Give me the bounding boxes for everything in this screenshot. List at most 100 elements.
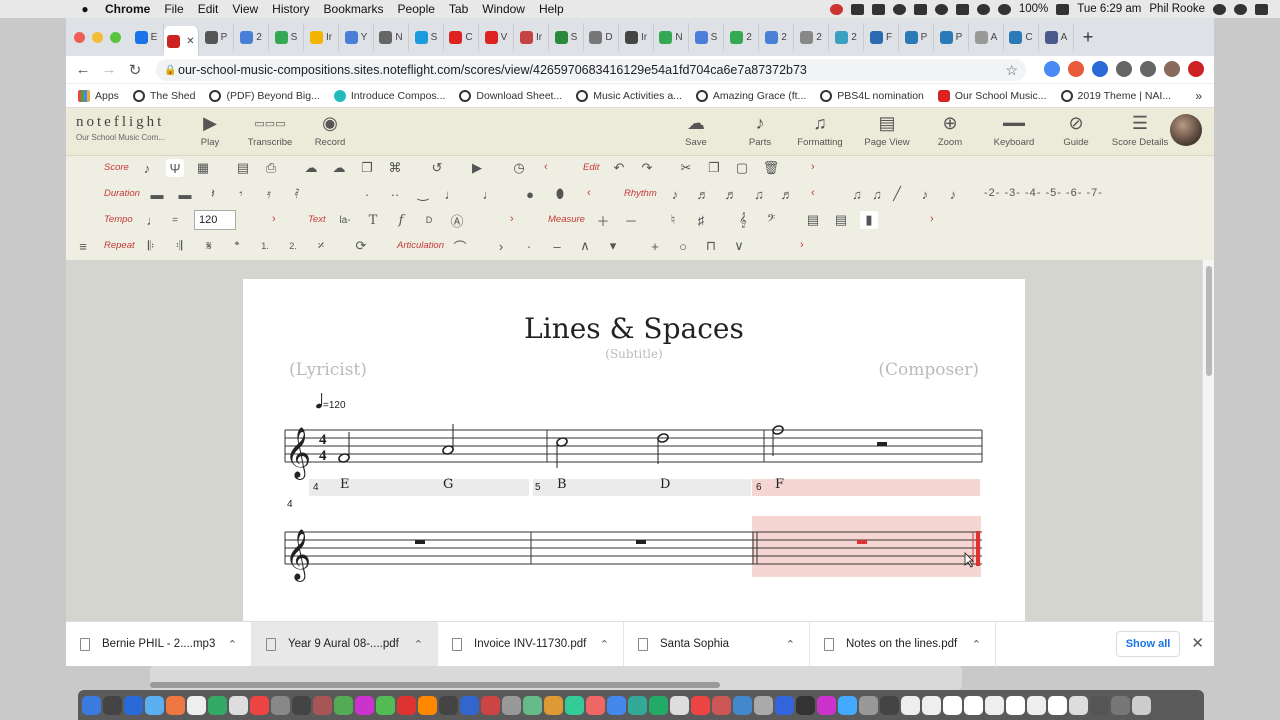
staccato-icon[interactable]: · <box>520 237 538 255</box>
remove-measure-icon[interactable]: － <box>622 211 640 229</box>
download-item[interactable]: Santa Sophia ⌃ <box>624 621 810 667</box>
chevron-up-icon[interactable]: ⌃ <box>972 638 981 651</box>
close-icon[interactable]: ✕ <box>1191 634 1204 652</box>
playback-settings-icon[interactable]: ▶ <box>468 159 486 177</box>
dropbox-icon[interactable] <box>850 3 864 15</box>
dock-app-icon[interactable] <box>187 695 206 715</box>
dock-app-icon[interactable] <box>397 695 416 715</box>
down-bow-icon[interactable]: ⊓ <box>702 237 720 255</box>
score-prev-arrow[interactable]: ‹ <box>544 161 548 173</box>
browser-tab[interactable]: A <box>1039 23 1074 51</box>
dock-app-icon[interactable] <box>880 695 899 715</box>
note-g[interactable] <box>442 424 454 455</box>
dock-app-icon[interactable] <box>691 695 710 715</box>
active-tab[interactable]: ✕ <box>164 26 199 56</box>
browser-tab[interactable]: 2 <box>794 23 829 51</box>
download-item[interactable]: Year 9 Aural 08-....pdf ⌃ <box>252 621 438 667</box>
menu-bookmarks[interactable]: Bookmarks <box>324 2 384 16</box>
dock-app-icon[interactable] <box>712 695 731 715</box>
menu-app-name[interactable]: Chrome <box>105 2 150 16</box>
chord-tool[interactable]: D <box>420 211 438 229</box>
tenuto-icon[interactable]: – <box>548 237 566 255</box>
guitar-icon[interactable]: ♪ <box>138 159 156 177</box>
vertical-scrollbar[interactable] <box>1202 260 1214 622</box>
bookmark-item[interactable]: Apps <box>78 89 119 102</box>
dock-app-icon[interactable] <box>922 695 941 715</box>
menu-help[interactable]: Help <box>539 2 564 16</box>
dock-app-icon[interactable] <box>775 695 794 715</box>
rhythm-prev-arrow[interactable]: ‹ <box>811 187 815 199</box>
half-rest[interactable] <box>877 442 887 446</box>
menu-tab[interactable]: Tab <box>449 2 468 16</box>
dock-app-icon[interactable] <box>355 695 374 715</box>
rhythm-group-icon[interactable]: ♫ <box>750 185 768 203</box>
rhythm-thirtysecond-icon[interactable]: ♬ <box>722 185 740 203</box>
zoom-icon[interactable] <box>871 3 885 15</box>
browser-tab[interactable]: S <box>549 23 584 51</box>
browser-tab[interactable]: S <box>269 23 304 51</box>
dock-app-icon[interactable] <box>859 695 878 715</box>
plus-icon[interactable]: + <box>646 237 664 255</box>
bookmark-item[interactable]: Music Activities a... <box>576 89 682 102</box>
beam-break-icon[interactable]: ♪ <box>916 185 934 203</box>
treble-clef[interactable]: 𝄞 <box>285 427 311 480</box>
dock-app-icon[interactable] <box>124 695 143 715</box>
delete-icon[interactable]: 🗑 <box>762 159 780 177</box>
time-signature-icon[interactable]: ♯ <box>692 211 710 229</box>
flag-note-icon[interactable]: ♪ <box>944 185 962 203</box>
music-notation[interactable]: =120 𝄞 4 4 𝄞 <box>243 279 1025 622</box>
dock-app-icon[interactable] <box>166 695 185 715</box>
score-settings-icon[interactable]: ▦ <box>194 159 212 177</box>
flag-icon[interactable] <box>955 3 969 15</box>
print-icon[interactable]: ⎙ <box>262 159 280 177</box>
pocket-extension-icon[interactable] <box>1092 61 1108 77</box>
whole-rest[interactable] <box>415 540 425 544</box>
bookmark-item[interactable]: Amazing Grace (ft... <box>695 89 806 102</box>
zoom-button[interactable]: ⊕ Zoom <box>915 112 985 149</box>
marcato-icon[interactable]: ∧ <box>576 237 594 255</box>
browser-tab[interactable]: C <box>1004 23 1039 51</box>
bookmark-item[interactable]: (PDF) Beyond Big... <box>209 89 320 102</box>
guide-button[interactable]: ⊘ Guide <box>1041 112 1111 149</box>
bookmark-item[interactable]: Introduce Compos... <box>333 89 445 102</box>
save-button[interactable]: ☁ Save <box>661 112 731 149</box>
dock-app-icon[interactable] <box>1048 695 1067 715</box>
clock-icon[interactable]: ◷ <box>510 159 528 177</box>
end-barline-selected[interactable] <box>976 531 980 566</box>
more-bookmarks-icon[interactable]: » <box>1195 89 1202 103</box>
duplicate-icon[interactable]: ❐ <box>358 159 376 177</box>
score-details-button[interactable]: ☰ Score Details <box>1105 112 1175 149</box>
beam-start-icon[interactable]: ♫ <box>848 185 866 203</box>
double-dot-icon[interactable]: ·· <box>386 185 404 203</box>
browser-tab[interactable]: Ir <box>514 23 549 51</box>
half-rest-icon[interactable]: ▬ <box>176 185 194 203</box>
whole-rest-icon[interactable]: ▬ <box>148 185 166 203</box>
double-barline-icon[interactable]: ▤ <box>832 211 850 229</box>
dock-app-icon[interactable] <box>460 695 479 715</box>
keyboard-button[interactable]: ▬▬ Keyboard <box>979 112 1049 148</box>
tempo-marking[interactable]: =120 <box>315 393 346 411</box>
key-signature-icon[interactable]: ♮ <box>664 211 682 229</box>
reload-icon[interactable]: ↻ <box>122 61 148 79</box>
history-icon[interactable]: ↺ <box>428 159 446 177</box>
dock-app-icon[interactable] <box>544 695 563 715</box>
rehearsal-mark-icon[interactable]: Ⓐ <box>448 211 466 229</box>
score-page[interactable]: Lines & Spaces (Subtitle) (Lyricist) (Co… <box>243 279 1025 622</box>
dock-app-icon[interactable] <box>649 695 668 715</box>
dot-icon[interactable]: · <box>358 185 376 203</box>
minimize-window-button[interactable] <box>92 31 103 43</box>
show-all-button[interactable]: Show all <box>1116 631 1180 657</box>
dock-app-icon[interactable] <box>1069 695 1088 715</box>
bookmark-item[interactable]: 2019 Theme | NAI... <box>1060 89 1171 102</box>
grace-note-icon[interactable]: ♩ <box>442 185 460 203</box>
copy-pages-icon[interactable]: ▤ <box>234 159 252 177</box>
browser-tab[interactable]: Ir <box>304 23 339 51</box>
edit-next-arrow[interactable]: › <box>811 161 815 173</box>
bass-clef-icon[interactable]: 𝄢 <box>762 211 780 229</box>
dock-app-icon[interactable] <box>208 695 227 715</box>
browser-tab[interactable]: V <box>479 23 514 51</box>
download-item[interactable]: Bernie PHIL - 2....mp3 ⌃ <box>66 621 252 667</box>
noteflight-logo[interactable]: noteflight Our School Music Com... <box>76 114 165 142</box>
browser-tab[interactable]: E <box>129 23 164 51</box>
browser-tab[interactable]: Ir <box>619 23 654 51</box>
